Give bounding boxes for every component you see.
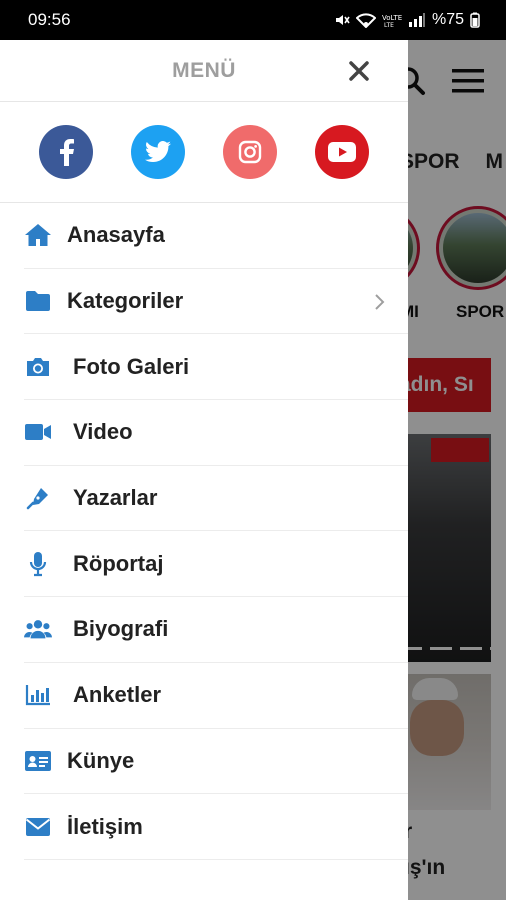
- menu-item-label: Yazarlar: [73, 485, 158, 511]
- chart-icon: [24, 681, 52, 709]
- twitter-button[interactable]: [131, 125, 185, 179]
- menu-item-video[interactable]: Video: [24, 400, 408, 466]
- menu-item-label: Foto Galeri: [73, 353, 190, 379]
- drawer-title: MENÜ: [172, 58, 236, 82]
- video-icon: [24, 418, 52, 446]
- menu-item-label: Kategoriler: [67, 288, 184, 314]
- facebook-icon: [60, 139, 74, 166]
- status-time: 09:56: [28, 10, 71, 29]
- wifi-icon: [355, 13, 376, 28]
- drawer-header: MENÜ: [0, 40, 408, 102]
- menu-item-label: Anketler: [73, 682, 162, 708]
- menu-item-yazarlar[interactable]: Yazarlar: [24, 466, 408, 532]
- instagram-button[interactable]: [223, 125, 277, 179]
- facebook-button[interactable]: [39, 125, 93, 179]
- drawer-menu: Anasayfa Kategoriler Foto Galeri Video Y…: [0, 203, 408, 860]
- menu-item-label: Anasayfa: [67, 222, 165, 248]
- signal-icon: [408, 13, 425, 27]
- youtube-icon: [328, 142, 356, 162]
- social-links: [0, 102, 408, 203]
- volte-icon: VoLTELTE: [382, 14, 402, 28]
- menu-item-roportaj[interactable]: Röportaj: [24, 531, 408, 598]
- menu-item-label: Röportaj: [73, 550, 164, 576]
- status-bar: 09:56 VoLTE LTE %75: [0, 0, 506, 40]
- microphone-icon: [24, 550, 52, 578]
- menu-item-label: Biyografi: [73, 616, 169, 642]
- mute-icon: [335, 15, 350, 25]
- menu-item-biyografi[interactable]: Biyografi: [24, 597, 408, 663]
- youtube-button[interactable]: [315, 125, 369, 179]
- menu-item-anasayfa[interactable]: Anasayfa: [24, 203, 408, 269]
- navigation-drawer: MENÜ Anasayfa Kategoriler Foto Galeri Vi…: [0, 40, 408, 900]
- svg-text:LTE: LTE: [384, 22, 394, 28]
- status-icons: VoLTE LTE %75: [334, 11, 480, 29]
- svg-text:VoLTE: VoLTE: [382, 14, 402, 22]
- close-icon[interactable]: [346, 58, 372, 84]
- menu-item-kunye[interactable]: Künye: [24, 729, 408, 795]
- battery-icon: [470, 12, 480, 28]
- home-icon: [24, 221, 52, 249]
- users-icon: [24, 615, 52, 643]
- menu-item-label: İletişim: [67, 813, 143, 839]
- id-card-icon: [24, 747, 52, 775]
- envelope-icon: [24, 813, 52, 841]
- twitter-icon: [145, 141, 171, 163]
- menu-item-label: Künye: [67, 747, 135, 773]
- instagram-icon: [238, 140, 262, 164]
- menu-item-foto-galeri[interactable]: Foto Galeri: [24, 334, 408, 401]
- menu-item-anketler[interactable]: Anketler: [24, 663, 408, 729]
- menu-item-iletisim[interactable]: İletişim: [24, 794, 408, 860]
- folder-icon: [24, 287, 52, 315]
- chevron-right-icon: [375, 293, 385, 310]
- menu-item-kategoriler[interactable]: Kategoriler: [24, 269, 408, 335]
- menu-item-label: Video: [73, 419, 133, 445]
- camera-icon: [24, 353, 52, 381]
- battery-percent: %75: [431, 11, 464, 28]
- pen-icon: [24, 484, 52, 512]
